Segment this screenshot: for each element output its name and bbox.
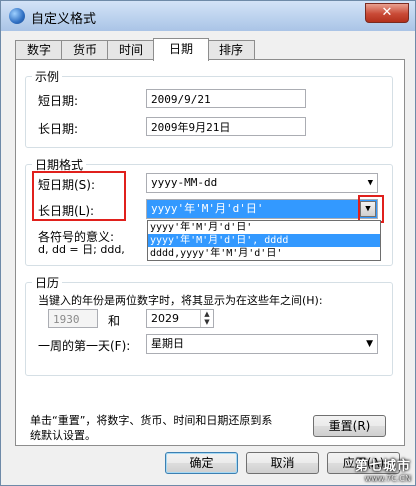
example-group-title: 示例 — [32, 68, 63, 85]
long-date-format-label: 长日期(L): — [38, 204, 95, 218]
example-group — [25, 76, 393, 148]
year-to-stepper[interactable]: 2029 ▲ ▼ — [146, 309, 214, 328]
long-date-option-selected[interactable]: yyyy'年'M'月'd'日', dddd — [148, 234, 380, 247]
example-short-value: 2009/9/21 — [146, 89, 306, 108]
tab-time[interactable]: 时间 — [107, 40, 155, 60]
reset-button[interactable]: 重置(R) — [313, 415, 386, 437]
close-button[interactable]: ✕ — [365, 3, 409, 23]
long-date-option[interactable]: yyyy'年'M'月'd'日' — [148, 221, 380, 234]
site-watermark: 第七城市 www.7C.CN — [355, 455, 411, 483]
ok-button[interactable]: 确定 — [165, 452, 238, 474]
and-label: 和 — [108, 314, 121, 328]
short-date-format-value: yyyy-MM-dd — [151, 176, 218, 189]
example-long-value: 2009年9月21日 — [146, 117, 306, 136]
first-day-select[interactable]: 星期日 ▼ — [146, 334, 378, 354]
tab-sort[interactable]: 排序 — [207, 40, 255, 60]
example-long-label: 长日期: — [38, 122, 79, 136]
calendar-group-title: 日历 — [32, 274, 63, 291]
long-date-format-options: yyyy'年'M'月'd'日' yyyy'年'M'月'd'日', dddd dd… — [147, 220, 381, 261]
example-short-label: 短日期: — [38, 94, 79, 108]
date-tab-panel: 示例 短日期: 2009/9/21 长日期: 2009年9月21日 日期格式 短… — [15, 59, 405, 446]
chevron-down-icon: ▼ — [366, 339, 373, 349]
long-date-format-value: yyyy'年'M'月'd'日' — [151, 202, 264, 215]
year-to-value: 2029 — [151, 312, 179, 325]
short-date-format-label: 短日期(S): — [38, 178, 96, 192]
year-from-field: 1930 — [48, 309, 98, 328]
custom-format-dialog: 自定义格式 ✕ 数字 货币 时间 日期 排序 示例 短日期: 2009/9/21… — [0, 0, 416, 486]
reset-text-line2: 统默认设置。 — [30, 429, 96, 442]
dropdown-button-highlight-box — [358, 195, 384, 223]
reset-text-line1: 单击“重置”，将数字、货币、时间和日期还原到系 — [30, 414, 273, 427]
symbols-text: d, dd = 日; ddd, — [38, 243, 125, 256]
long-date-format-select[interactable]: yyyy'年'M'月'd'日' ▼ — [146, 199, 378, 219]
first-day-value: 星期日 — [151, 337, 184, 350]
first-day-label: 一周的第一天(F): — [38, 339, 131, 353]
spin-arrows-icon[interactable]: ▲ ▼ — [200, 310, 213, 327]
cancel-button[interactable]: 取消 — [246, 452, 319, 474]
tab-date[interactable]: 日期 — [153, 38, 209, 61]
watermark-title: 第七城市 — [354, 459, 411, 474]
two-digit-year-text: 当键入的年份是两位数字时，将其显示为在这些年之间(H): — [38, 294, 323, 307]
chevron-down-icon: ▼ — [367, 178, 373, 188]
title-bar: 自定义格式 ✕ — [1, 1, 415, 31]
long-date-option[interactable]: dddd,yyyy'年'M'月'd'日' — [148, 247, 380, 260]
tab-number[interactable]: 数字 — [15, 40, 63, 60]
watermark-url: www.7C.CN — [364, 474, 411, 483]
globe-icon — [9, 8, 25, 24]
short-date-format-select[interactable]: yyyy-MM-dd ▼ — [146, 173, 378, 193]
tab-currency[interactable]: 货币 — [61, 40, 109, 60]
window-title: 自定义格式 — [31, 12, 97, 27]
